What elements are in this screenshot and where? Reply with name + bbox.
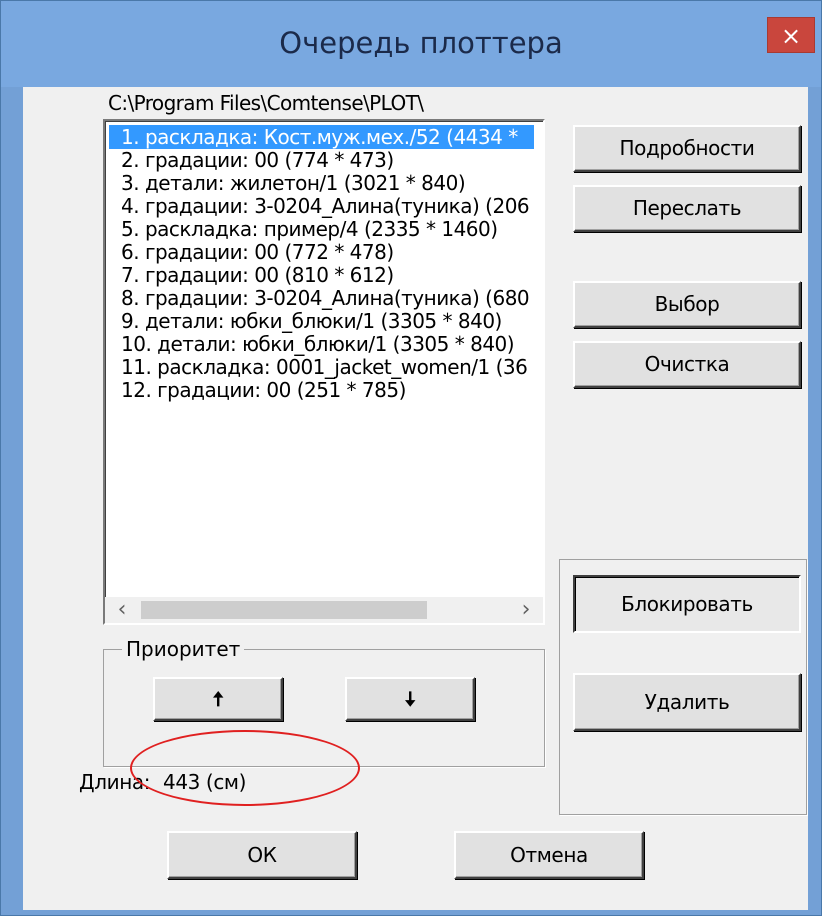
- cancel-button[interactable]: Отмена: [454, 831, 644, 879]
- ok-button[interactable]: ОК: [167, 831, 357, 879]
- list-item[interactable]: 1. раскладка: Кост.муж.мех./52 (4434 *: [109, 125, 534, 149]
- priority-up-button[interactable]: 🠅: [153, 677, 283, 721]
- details-button[interactable]: Подробности: [573, 125, 801, 172]
- close-button[interactable]: ×: [767, 17, 815, 53]
- scroll-right-icon[interactable]: ›: [513, 597, 539, 623]
- clear-button[interactable]: Очистка: [573, 341, 801, 388]
- close-icon: ×: [780, 22, 802, 50]
- list-item[interactable]: 2. градации: 00 (774 * 473): [109, 148, 534, 172]
- horizontal-scrollbar[interactable]: ‹ ›: [105, 597, 543, 623]
- block-button[interactable]: Блокировать: [573, 575, 801, 633]
- scroll-left-icon[interactable]: ‹: [109, 597, 135, 623]
- list-item[interactable]: 11. раскладка: 0001_jacket_women/1 (36: [109, 355, 534, 379]
- window-title: Очередь плоттера: [279, 26, 563, 60]
- list-item[interactable]: 8. градации: 3-0204_Алина(туника) (680: [109, 286, 534, 310]
- ok-highlight-annotation: [130, 730, 360, 806]
- arrow-down-icon: 🠇: [404, 687, 416, 711]
- list-item[interactable]: 12. градации: 00 (251 * 785): [109, 378, 534, 402]
- list-item[interactable]: 10. детали: юбки_блюки/1 (3305 * 840): [109, 332, 534, 356]
- list-item[interactable]: 6. градации: 00 (772 * 478): [109, 240, 534, 264]
- priority-legend: Приоритет: [122, 637, 245, 661]
- list-item[interactable]: 7. градации: 00 (810 * 612): [109, 263, 534, 287]
- forward-button[interactable]: Переслать: [573, 185, 801, 232]
- dialog-body: C:\Program Files\Comtense\PLOT\ 1. раскл…: [23, 87, 808, 910]
- list-item[interactable]: 3. детали: жилетон/1 (3021 * 840): [109, 171, 534, 195]
- list-item[interactable]: 4. градации: 3-0204_Алина(туника) (206: [109, 194, 534, 218]
- plotter-queue-window: Очередь плоттера × C:\Program Files\Comt…: [0, 0, 822, 916]
- list-item[interactable]: 5. раскладка: пример/4 (2335 * 1460): [109, 217, 534, 241]
- queue-listbox[interactable]: 1. раскладка: Кост.муж.мех./52 (4434 * 2…: [103, 119, 545, 625]
- select-button[interactable]: Выбор: [573, 281, 801, 328]
- list-item[interactable]: 9. детали: юбки_блюки/1 (3305 * 840): [109, 309, 534, 333]
- scrollbar-thumb[interactable]: [141, 601, 427, 619]
- priority-down-button[interactable]: 🠇: [345, 677, 475, 721]
- delete-button[interactable]: Удалить: [573, 673, 801, 731]
- path-label: C:\Program Files\Comtense\PLOT\: [108, 91, 424, 115]
- arrow-up-icon: 🠅: [212, 687, 224, 711]
- title-bar[interactable]: Очередь плоттера ×: [1, 1, 821, 87]
